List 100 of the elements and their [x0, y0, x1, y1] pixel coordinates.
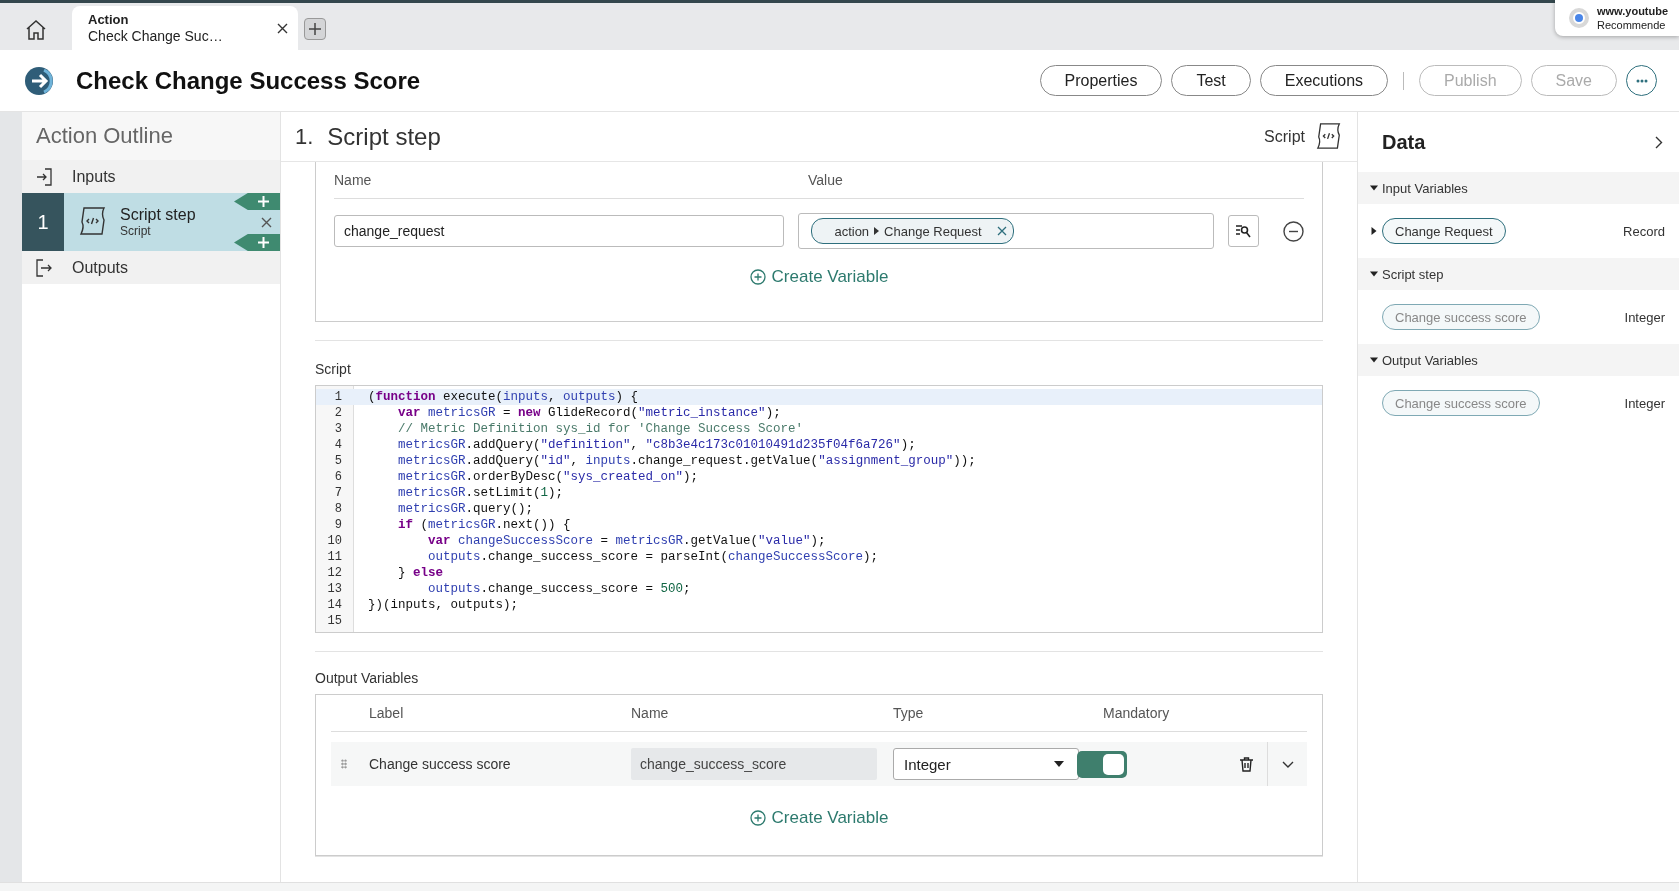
name-field[interactable]: change_request [334, 215, 785, 247]
step-type: Script [1264, 127, 1305, 146]
create-variable-button[interactable]: Create Variable [745, 804, 893, 832]
close-icon[interactable] [261, 216, 272, 228]
outline-item[interactable]: Outputs [22, 251, 280, 284]
outline-label: Outputs [72, 258, 129, 277]
add-icon [749, 269, 766, 285]
line-number: 14 [326, 598, 342, 612]
variable-type: Record [1623, 223, 1665, 239]
plus-icon [309, 23, 321, 35]
code-line: metricsGR.addQuery("id", inputs.change_request.getValue("assignment_group")); [397, 454, 976, 468]
close-icon[interactable] [277, 22, 288, 34]
value-field[interactable]: action Change Request [798, 213, 1214, 249]
chevron-right-icon[interactable] [1655, 135, 1663, 149]
line-number: 1 [333, 390, 342, 404]
more-button[interactable] [1626, 65, 1657, 96]
add-step-button[interactable] [234, 234, 280, 251]
code-line: metricsGR.setLimit(1); [397, 486, 564, 500]
line-number: 10 [326, 534, 342, 548]
line-number: 7 [333, 486, 342, 500]
create-variable-button[interactable]: Create Variable [745, 263, 893, 291]
home-icon [25, 19, 47, 41]
outline-step[interactable]: 1 Script step Script [22, 193, 280, 251]
data-picker-button[interactable] [1227, 215, 1259, 247]
plus-icon [257, 237, 269, 248]
pill-text: action [834, 223, 870, 239]
chevron-down-icon [1281, 760, 1294, 768]
plus-icon [257, 196, 269, 207]
mandatory-toggle[interactable] [1077, 750, 1127, 778]
line-number: 6 [333, 470, 342, 484]
line-number: 15 [326, 614, 342, 628]
value-pill[interactable]: action Change Request [811, 218, 1014, 244]
header-button[interactable]: Properties [1039, 65, 1163, 96]
step-title: Script step [120, 206, 197, 224]
drag-handle-icon[interactable] [341, 759, 347, 769]
line-number: 4 [333, 438, 342, 452]
section-title: Script step [1382, 266, 1444, 282]
column-header: Type [893, 705, 925, 721]
step-number: 1. [295, 123, 314, 150]
step-title: Script step [327, 122, 442, 151]
section-title: Input Variables [1382, 180, 1468, 196]
line-number: 11 [326, 550, 342, 564]
code-line: if (metricsGR.next()) { [397, 518, 571, 532]
code-line: outputs.change_success_score = parseInt(changeSuccessScore); [427, 550, 879, 564]
line-number: 13 [326, 582, 342, 596]
code-line: (function execute(inputs, outputs) { [368, 390, 639, 404]
code-line: })(inputs, outputs); [368, 598, 519, 612]
section-header[interactable]: Output Variables [1358, 344, 1679, 376]
section-header[interactable]: Script step [1358, 258, 1679, 290]
column-header: Label [369, 705, 405, 721]
variable-pill[interactable]: Change Request [1382, 218, 1506, 244]
notification-text: Recommende [1597, 18, 1667, 32]
more-icon [1635, 78, 1648, 83]
header-button[interactable]: Test [1171, 65, 1251, 96]
notification-text: www.youtube [1597, 4, 1669, 18]
outline-item[interactable]: Inputs [22, 160, 280, 193]
browser-icon [1569, 8, 1589, 28]
page-title: Check Change Success Score [76, 66, 422, 95]
caret-icon [1370, 227, 1378, 235]
tab-subtitle: Check Change Suc… [88, 28, 224, 44]
type-select[interactable]: Integer [893, 748, 1079, 780]
sign-out-icon [36, 258, 52, 277]
variable-label: Change success score [369, 756, 512, 772]
column-header: Value [808, 172, 844, 188]
new-tab-button[interactable] [304, 18, 326, 40]
code-editor[interactable] [315, 385, 1323, 633]
line-number: 5 [333, 454, 342, 468]
outline-label: Inputs [72, 167, 116, 186]
code-line: metricsGR.addQuery("definition", "c8b3e4c173c01010491d235f04f6a726"); [397, 438, 916, 452]
section-label: Output Variables [315, 670, 420, 686]
step-number: 1 [22, 193, 64, 251]
variable-type: Integer [1624, 395, 1665, 411]
variable-type: Integer [1624, 309, 1665, 325]
code-line: metricsGR.orderByDesc("sys_created_on"); [397, 470, 699, 484]
app-tab[interactable]: Action Check Change Suc… [72, 6, 298, 50]
column-header: Mandatory [1103, 705, 1171, 721]
dropdown-icon [1054, 761, 1064, 767]
data-picker-icon [1235, 224, 1252, 238]
script-icon [78, 206, 108, 238]
logo-icon [24, 65, 54, 96]
script-icon [1315, 121, 1343, 152]
section-label: Script [315, 361, 352, 377]
code-line: } else [397, 566, 444, 580]
trash-icon[interactable] [1240, 756, 1253, 772]
code-line: // Metric Definition sys_id for 'Change Success Score' [397, 422, 804, 436]
panel-title: Action Outline [22, 112, 280, 160]
line-number: 3 [333, 422, 342, 436]
remove-icon[interactable] [1283, 220, 1304, 242]
caret-icon [874, 227, 880, 235]
column-header: Name [334, 172, 373, 188]
section-header[interactable]: Input Variables [1358, 172, 1679, 204]
header-button[interactable]: Executions [1259, 65, 1389, 96]
panel-title: Data [1382, 130, 1426, 154]
section-title: Output Variables [1382, 352, 1478, 368]
line-number: 12 [326, 566, 342, 580]
code-line: var metricsGR = new GlideRecord("metric_instance"); [397, 406, 781, 420]
name-field: change_success_score [631, 748, 877, 780]
line-number: 8 [333, 502, 342, 516]
add-icon [749, 810, 766, 826]
add-step-button[interactable] [234, 193, 280, 210]
